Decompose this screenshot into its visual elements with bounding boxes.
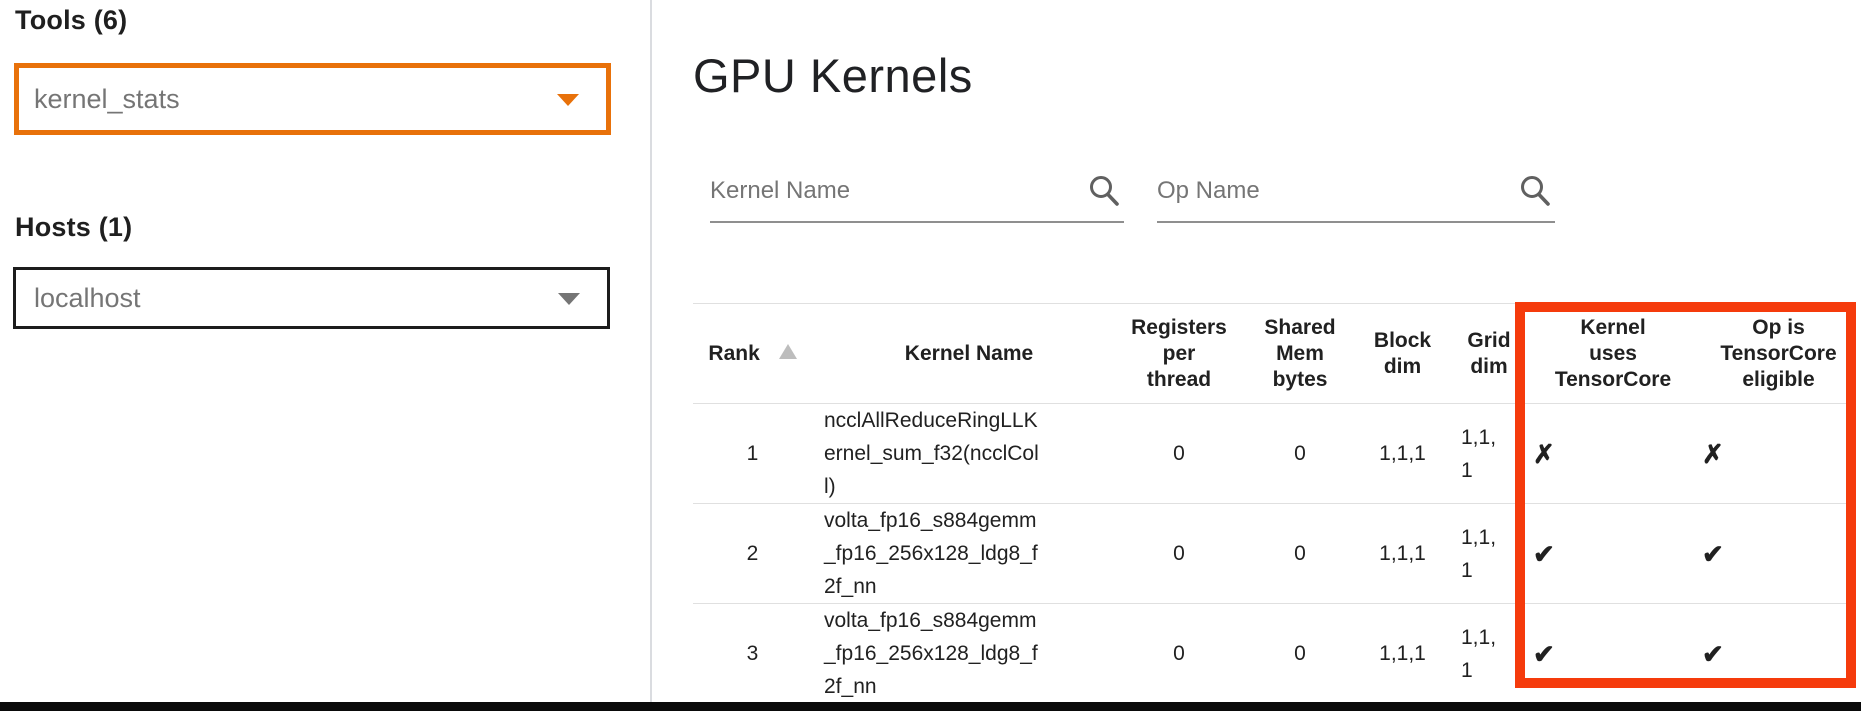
op-name-filter [1157, 160, 1555, 223]
op-name-input[interactable] [1157, 177, 1487, 205]
col-header-shared_mem_bytes[interactable]: SharedMembytes [1240, 304, 1360, 404]
cell-grid_dim: 1,1,1 [1445, 504, 1517, 604]
col-header-block_dim[interactable]: Blockdim [1360, 304, 1445, 404]
cell-grid_dim: 1,1,1 [1445, 604, 1517, 704]
search-icon [1086, 173, 1122, 209]
cell-grid_dim: 1,1,1 [1445, 404, 1517, 504]
col-header-kernel_name[interactable]: Kernel Name [812, 304, 1118, 404]
sort-ascending-icon [779, 344, 797, 359]
check-mark-icon: ✔ [1533, 539, 1555, 569]
cell-kernel_name: volta_fp16_s884gemm_fp16_256x128_ldg8_f2… [812, 604, 1118, 704]
check-mark-icon: ✔ [1702, 639, 1724, 669]
table-row: 2volta_fp16_s884gemm_fp16_256x128_ldg8_f… [693, 504, 1855, 604]
caret-down-icon [558, 293, 580, 305]
cell-registers_per_thread: 0 [1118, 504, 1240, 604]
hosts-dropdown-value: localhost [34, 283, 141, 314]
sidebar-divider [650, 0, 652, 702]
cell-kernel_uses_tensorcore: ✗ [1517, 404, 1693, 504]
bottom-bar [0, 702, 1861, 711]
col-header-rank[interactable]: Rank [693, 304, 812, 404]
cell-kernel_name: volta_fp16_s884gemm_fp16_256x128_ldg8_f2… [812, 504, 1118, 604]
cell-op_is_tensorcore_eligible: ✗ [1693, 404, 1855, 504]
page-title: GPU Kernels [693, 48, 973, 103]
cell-shared_mem_bytes: 0 [1240, 404, 1360, 504]
col-header-registers_per_thread[interactable]: Registersperthread [1118, 304, 1240, 404]
cell-block_dim: 1,1,1 [1360, 404, 1445, 504]
cell-kernel_uses_tensorcore: ✔ [1517, 604, 1693, 704]
cell-block_dim: 1,1,1 [1360, 604, 1445, 704]
kernel-name-filter [710, 160, 1124, 223]
cell-op_is_tensorcore_eligible: ✔ [1693, 604, 1855, 704]
table-row: 1ncclAllReduceRingLLKernel_sum_f32(ncclC… [693, 404, 1855, 504]
cell-rank: 1 [693, 404, 812, 504]
table-header-row: Rank Kernel NameRegistersperthreadShared… [693, 304, 1855, 404]
search-icon [1517, 173, 1553, 209]
table-row: 3volta_fp16_s884gemm_fp16_256x128_ldg8_f… [693, 604, 1855, 704]
x-mark-icon: ✗ [1533, 439, 1555, 469]
col-header-kernel_uses_tensorcore[interactable]: KernelusesTensorCore [1517, 304, 1693, 404]
cell-block_dim: 1,1,1 [1360, 504, 1445, 604]
cell-registers_per_thread: 0 [1118, 604, 1240, 704]
cell-kernel_uses_tensorcore: ✔ [1517, 504, 1693, 604]
cell-shared_mem_bytes: 0 [1240, 504, 1360, 604]
hosts-dropdown[interactable]: localhost [13, 267, 610, 329]
col-header-op_is_tensorcore_eligible[interactable]: Op isTensorCoreeligible [1693, 304, 1855, 404]
tools-dropdown[interactable]: kernel_stats [14, 63, 611, 135]
cell-shared_mem_bytes: 0 [1240, 604, 1360, 704]
sidebar: Tools (6) kernel_stats Hosts (1) localho… [0, 0, 650, 702]
profiler-page: Tools (6) kernel_stats Hosts (1) localho… [0, 0, 1861, 711]
check-mark-icon: ✔ [1533, 639, 1555, 669]
cell-kernel_name: ncclAllReduceRingLLKernel_sum_f32(ncclCo… [812, 404, 1118, 504]
hosts-label: Hosts (1) [15, 212, 132, 243]
cell-registers_per_thread: 0 [1118, 404, 1240, 504]
x-mark-icon: ✗ [1702, 439, 1724, 469]
cell-op_is_tensorcore_eligible: ✔ [1693, 504, 1855, 604]
cell-rank: 2 [693, 504, 812, 604]
check-mark-icon: ✔ [1702, 539, 1724, 569]
caret-down-icon [557, 94, 579, 106]
tools-label: Tools (6) [15, 5, 127, 36]
col-header-grid_dim[interactable]: Griddim [1445, 304, 1517, 404]
tools-dropdown-value: kernel_stats [34, 84, 180, 115]
cell-rank: 3 [693, 604, 812, 704]
kernel-name-input[interactable] [710, 177, 1040, 205]
gpu-kernels-table: Rank Kernel NameRegistersperthreadShared… [693, 303, 1855, 704]
